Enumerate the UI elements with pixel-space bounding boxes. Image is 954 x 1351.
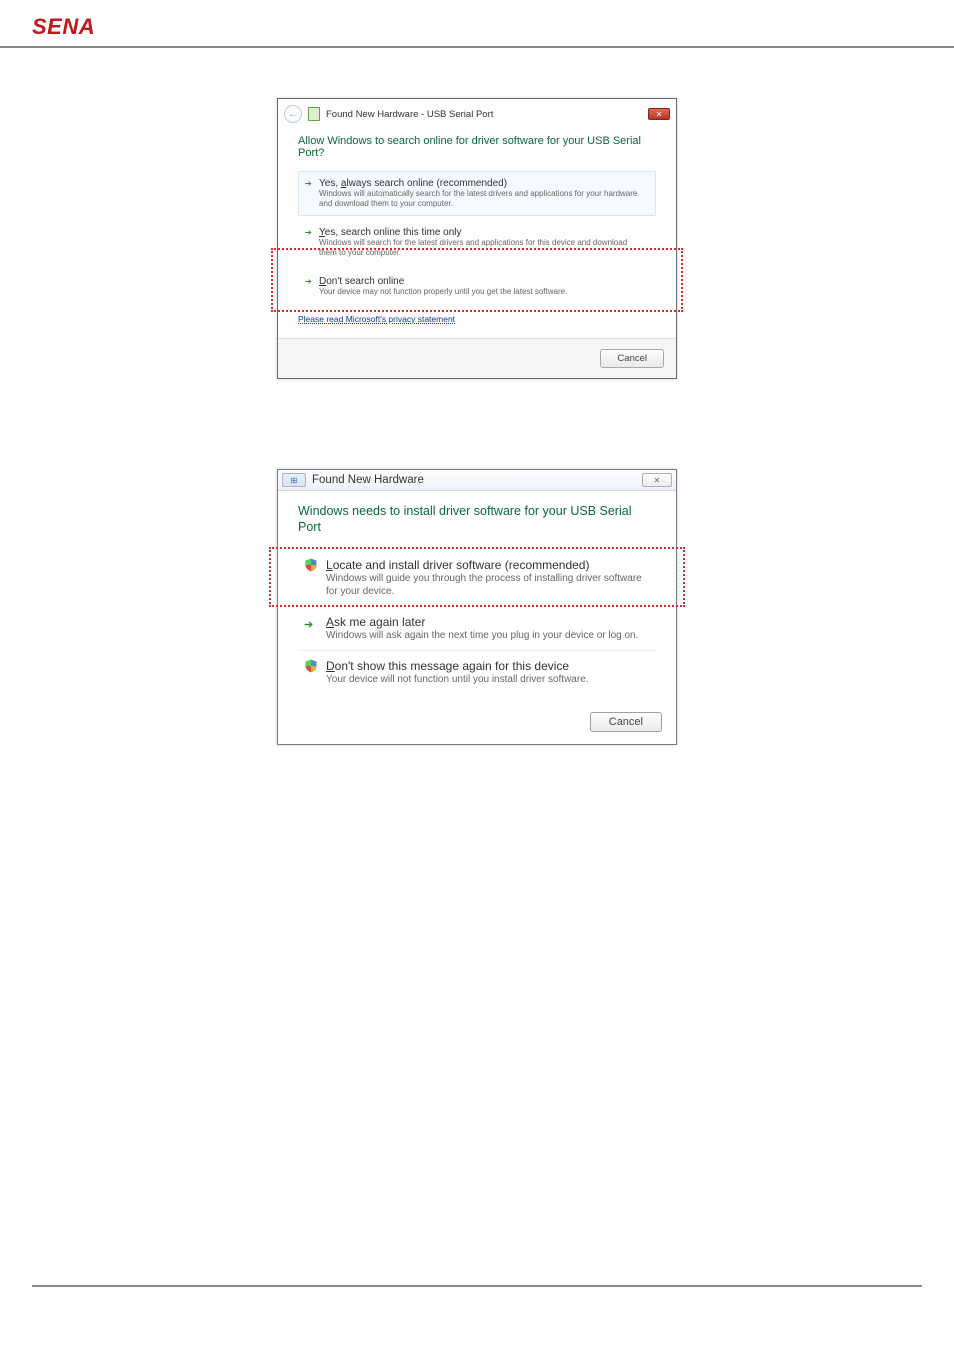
cancel-button[interactable]: Cancel	[600, 349, 664, 368]
privacy-statement-link[interactable]: Please read Microsoft's privacy statemen…	[298, 314, 455, 324]
dialog2-heading: Windows needs to install driver software…	[298, 503, 656, 536]
close-icon[interactable]	[648, 108, 670, 120]
d2-option3-title: Don't show this message again for this d…	[326, 659, 650, 673]
d2-option2-title: Ask me again later	[326, 615, 650, 629]
hardware-icon	[308, 107, 320, 121]
arrow-icon: ➔	[305, 179, 312, 188]
close-icon[interactable]: ✕	[642, 473, 672, 487]
dialog1-heading: Allow Windows to search online for drive…	[298, 135, 656, 159]
page-footer	[32, 1285, 922, 1325]
dialog2-titlebar: ⊞ Found New Hardware ✕	[278, 470, 676, 491]
d2-option3-desc: Your device will not function until you …	[326, 673, 650, 686]
d2-option2-desc: Windows will ask again the next time you…	[326, 629, 650, 642]
dialog1-wrapper: ← Found New Hardware - USB Serial Port A…	[277, 98, 677, 379]
back-button-icon[interactable]: ←	[284, 105, 302, 123]
dialog2-footer: Cancel	[278, 702, 676, 744]
arrow-icon: ➔	[304, 618, 313, 631]
option-ask-me-later[interactable]: ➔ Ask me again later Windows will ask ag…	[298, 609, 656, 651]
highlight-box-locate-install	[269, 547, 685, 607]
dialog2-title: Found New Hardware	[312, 474, 424, 486]
option-dont-show-again[interactable]: Don't show this message again for this d…	[298, 653, 656, 694]
dialog2-wrapper: ⊞ Found New Hardware ✕ Windows needs to …	[277, 469, 677, 745]
option-always-search-online[interactable]: ➔ Yes, always search online (recommended…	[298, 171, 656, 216]
page-header: SENA	[0, 0, 954, 48]
page-content: ← Found New Hardware - USB Serial Port A…	[0, 48, 954, 745]
dialog1-title: Found New Hardware - USB Serial Port	[326, 109, 493, 120]
dialog1-footer: Cancel	[278, 338, 676, 378]
option1-title: Yes, always search online (recommended)	[319, 178, 647, 189]
brand-logo: SENA	[32, 14, 922, 40]
arrow-icon: ➔	[305, 228, 312, 237]
highlight-box-dont-search	[271, 248, 683, 312]
window-icon: ⊞	[282, 473, 306, 487]
option2-title: Yes, search online this time only	[319, 227, 647, 238]
shield-icon	[304, 659, 318, 673]
option1-desc: Windows will automatically search for th…	[319, 189, 647, 209]
cancel-button[interactable]: Cancel	[590, 712, 662, 732]
found-new-hardware-wizard-dialog: ← Found New Hardware - USB Serial Port A…	[277, 98, 677, 379]
dialog1-titlebar: ← Found New Hardware - USB Serial Port	[278, 99, 676, 127]
